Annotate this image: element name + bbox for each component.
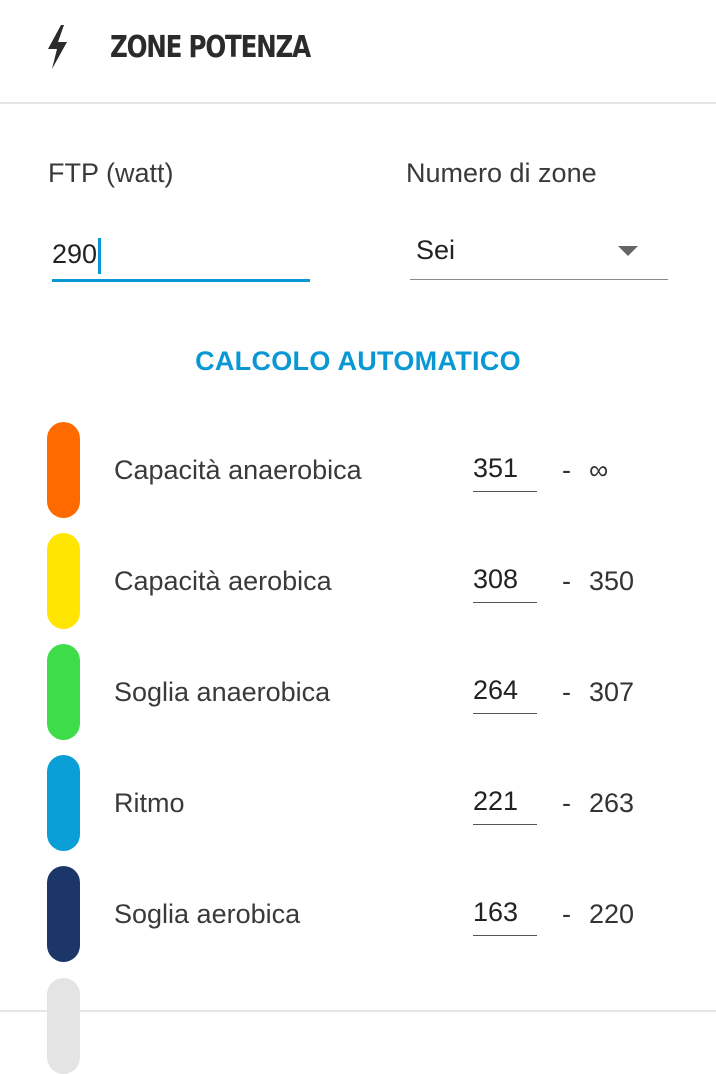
zone-name: Soglia aerobica <box>114 899 301 929</box>
zone-color-swatch <box>47 866 80 962</box>
zone-row: Soglia anaerobica 264 - 307 <box>0 644 716 740</box>
zone-name: Soglia anaerobica <box>114 677 331 707</box>
zone-name: Capacità anaerobica <box>114 455 362 485</box>
bottom-divider <box>0 1010 716 1012</box>
zone-row: Capacità aerobica 308 - 350 <box>0 533 716 629</box>
zone-range-separator: - <box>562 677 571 707</box>
zone-row <box>0 978 716 1074</box>
zone-color-swatch <box>47 978 80 1074</box>
zone-range-separator: - <box>562 455 571 485</box>
zone-max-value: ∞ <box>589 455 609 485</box>
zone-range-separator: - <box>562 788 571 818</box>
zone-range-separator: - <box>562 566 571 596</box>
zone-max-value: 350 <box>589 566 635 596</box>
zone-row: Soglia aerobica 163 - 220 <box>0 866 716 962</box>
zone-max-value: 307 <box>589 677 635 707</box>
zone-color-swatch <box>47 755 80 851</box>
zone-row: Ritmo 221 - 263 <box>0 755 716 851</box>
zone-range-separator: - <box>562 899 571 929</box>
zone-list: Capacità anaerobica 351 - ∞ Capacità aer… <box>0 0 716 1074</box>
zone-max-value: 263 <box>589 788 635 818</box>
zone-min-input[interactable]: 308 <box>473 559 537 603</box>
zone-max-value: 220 <box>589 899 635 929</box>
zone-min-input[interactable]: 163 <box>473 892 537 936</box>
zone-color-swatch <box>47 533 80 629</box>
zone-row: Capacità anaerobica 351 - ∞ <box>0 422 716 518</box>
zone-color-swatch <box>47 422 80 518</box>
zone-color-swatch <box>47 644 80 740</box>
zone-min-input[interactable]: 264 <box>473 670 537 714</box>
zone-min-input[interactable]: 221 <box>473 781 537 825</box>
zone-name: Capacità aerobica <box>114 566 332 596</box>
zone-min-input[interactable]: 351 <box>473 448 537 492</box>
zone-name: Ritmo <box>114 788 185 818</box>
